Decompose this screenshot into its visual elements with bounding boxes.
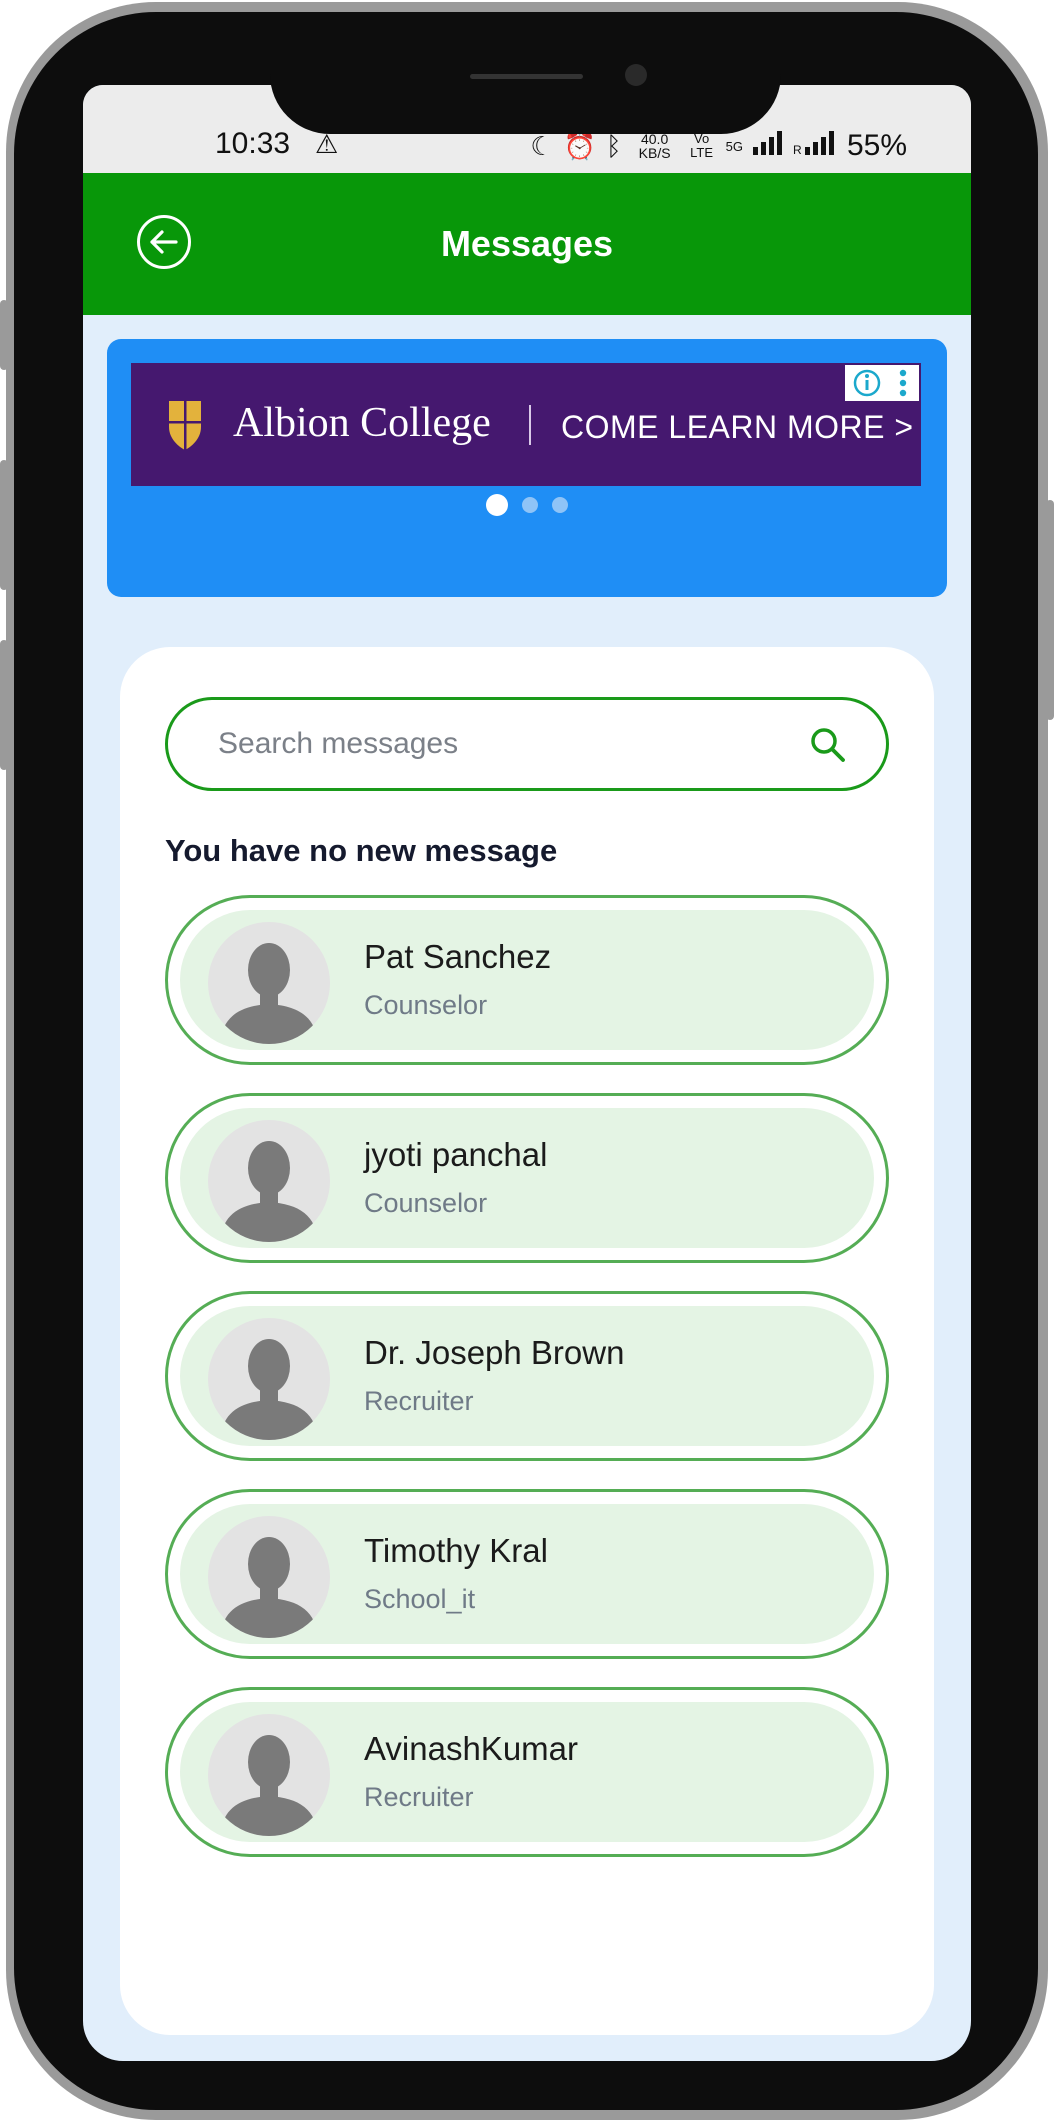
moon-icon: ☾: [530, 130, 554, 161]
contact-role: Counselor: [364, 1188, 488, 1218]
avatar: [208, 1516, 330, 1638]
contact-name: Timothy Kral: [364, 1532, 548, 1569]
network-5g-label: 5G: [725, 138, 743, 154]
alarm-clock-icon: ⏰: [563, 130, 596, 161]
contact-card-body: Dr. Joseph Brown Recruiter: [180, 1306, 874, 1446]
contact-item[interactable]: Dr. Joseph Brown Recruiter: [165, 1291, 889, 1461]
page-title: Messages: [440, 223, 614, 264]
person-silhouette-icon: [220, 1339, 318, 1440]
status-icons: ☾ ⏰ ᛒ 40.0 KB/S Vo LTE 5G R 55%: [530, 129, 907, 163]
carousel-dot-2[interactable]: [522, 497, 538, 513]
battery-percent: 55%: [846, 129, 907, 162]
carousel-dot-1[interactable]: [486, 494, 508, 516]
signal-bars-icon: [752, 130, 783, 162]
volte-label: Vo LTE: [690, 131, 714, 160]
ad-banner: Albion College COME LEARN MORE >: [107, 339, 947, 597]
contact-name: jyoti panchal: [364, 1136, 548, 1173]
more-options-icon[interactable]: [893, 365, 913, 401]
college-crest-icon: [169, 401, 201, 450]
search-input[interactable]: Search messages: [165, 697, 889, 791]
avatar: [208, 1318, 330, 1440]
bluetooth-icon: ᛒ: [606, 130, 622, 161]
ad-creative[interactable]: Albion College COME LEARN MORE >: [131, 363, 921, 486]
contact-card-body: Timothy Kral School_it: [180, 1504, 874, 1644]
avatar: [208, 1714, 330, 1836]
person-silhouette-icon: [220, 1735, 318, 1836]
svg-text:R: R: [793, 143, 802, 155]
status-time: 10:33: [215, 127, 291, 160]
carousel-dots: [107, 494, 947, 516]
contact-name: Dr. Joseph Brown: [364, 1334, 625, 1371]
ad-cta-link[interactable]: COME LEARN MORE >: [561, 409, 914, 446]
contact-role: Recruiter: [364, 1782, 474, 1812]
person-silhouette-icon: [220, 1141, 318, 1242]
contact-item[interactable]: jyoti panchal Counselor: [165, 1093, 889, 1263]
phone-speaker: [470, 74, 583, 79]
ad-choices[interactable]: [845, 365, 919, 401]
no-new-message-notice: You have no new message: [165, 833, 558, 868]
contact-card-body: Pat Sanchez Counselor: [180, 910, 874, 1050]
ad-college-name: Albion College: [233, 400, 491, 446]
ad-separator: [529, 405, 531, 445]
contact-role: Counselor: [364, 990, 488, 1020]
net-speed: 40.0 KB/S: [638, 131, 671, 161]
contact-name: AvinashKumar: [364, 1730, 579, 1767]
info-icon[interactable]: [849, 365, 885, 401]
phone-volume-down-button: [0, 640, 8, 770]
contact-item[interactable]: Timothy Kral School_it: [165, 1489, 889, 1659]
contact-card-body: jyoti panchal Counselor: [180, 1108, 874, 1248]
avatar: [208, 922, 330, 1044]
search-icon[interactable]: [808, 725, 848, 765]
app-screen: 10:33 ⚠ ☾ ⏰ ᛒ 40.0 KB/S Vo LTE 5G R 55% …: [83, 85, 971, 2061]
search-placeholder: Search messages: [218, 727, 459, 760]
contact-name: Pat Sanchez: [364, 938, 552, 975]
phone-volume-up-button: [0, 460, 8, 590]
contact-item[interactable]: AvinashKumar Recruiter: [165, 1687, 889, 1857]
phone-notch: [270, 73, 781, 134]
phone-power-button: [1046, 500, 1054, 720]
person-silhouette-icon: [220, 943, 318, 1044]
contact-card-body: AvinashKumar Recruiter: [180, 1702, 874, 1842]
contact-role: School_it: [364, 1584, 476, 1614]
messages-card: Search messages You have no new message …: [120, 647, 934, 2035]
person-silhouette-icon: [220, 1537, 318, 1638]
app-header: Messages: [83, 173, 971, 315]
phone-side-button: [0, 300, 8, 370]
carousel-dot-3[interactable]: [552, 497, 568, 513]
phone-camera: [625, 64, 647, 86]
contact-role: Recruiter: [364, 1386, 474, 1416]
signal-bars-roaming-icon: R: [793, 130, 837, 162]
avatar: [208, 1120, 330, 1242]
contact-item[interactable]: Pat Sanchez Counselor: [165, 895, 889, 1065]
